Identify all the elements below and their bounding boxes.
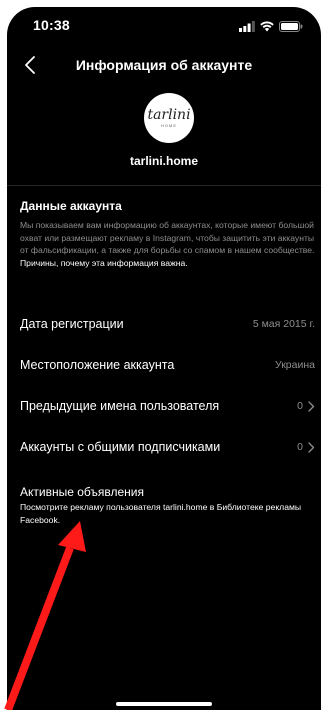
status-time: 10:38 <box>33 17 70 33</box>
profile-header: tarlini HOME tarlini.home <box>7 93 321 177</box>
row-account-location: Местоположение аккаунта Украина <box>20 354 315 376</box>
navigation-bar: Информация об аккаунте <box>7 43 321 87</box>
row-value: Украина <box>275 359 315 371</box>
chevron-right-icon <box>308 441 315 453</box>
row-label: Местоположение аккаунта <box>20 358 175 372</box>
row-label: Аккаунты с общими подписчиками <box>20 440 221 454</box>
avatar: tarlini HOME <box>144 93 194 143</box>
avatar-logo-text: tarlini <box>147 107 191 123</box>
row-shared-followers[interactable]: Аккаунты с общими подписчиками 0 <box>20 436 315 458</box>
wifi-icon <box>260 20 274 31</box>
active-ads-item[interactable]: Активные объявления Посмотрите рекламу п… <box>20 485 315 526</box>
description-text: Мы показываем вам информацию об аккаунта… <box>20 220 315 255</box>
row-label: Предыдущие имена пользователя <box>20 399 220 413</box>
account-data-description: Мы показываем вам информацию об аккаунта… <box>20 219 315 269</box>
home-indicator[interactable] <box>116 702 212 706</box>
active-ads-subtext: Посмотрите рекламу пользователя tarlini.… <box>20 502 302 525</box>
avatar-logo-subtext: HOME <box>161 123 177 128</box>
chevron-right-icon <box>308 400 315 412</box>
page-title: Информация об аккаунте <box>75 57 253 73</box>
row-value-text: 0 <box>297 441 303 453</box>
why-important-link[interactable]: Причины, почему эта информация важна. <box>20 258 188 268</box>
active-ads-label: Активные объявления <box>20 485 144 499</box>
account-data-title: Данные аккаунта <box>20 199 122 213</box>
battery-icon <box>279 20 303 32</box>
row-registration-date: Дата регистрации 5 мая 2015 г. <box>20 313 315 335</box>
row-value-text: Украина <box>275 359 315 371</box>
row-former-usernames[interactable]: Предыдущие имена пользователя 0 <box>20 395 315 417</box>
status-icons <box>239 20 303 32</box>
row-value-text: 0 <box>297 400 303 412</box>
signal-icon <box>239 20 255 32</box>
row-value: 0 <box>297 400 315 412</box>
status-bar: 10:38 <box>7 7 321 43</box>
profile-username: tarlini.home <box>129 154 198 168</box>
row-value: 0 <box>297 441 315 453</box>
row-value: 5 мая 2015 г. <box>253 318 315 330</box>
row-label: Дата регистрации <box>20 317 124 331</box>
phone-screen: 10:38 Информация об аккаунте tarlini HOM… <box>7 7 321 710</box>
row-value-text: 5 мая 2015 г. <box>252 318 315 330</box>
section-divider <box>7 185 321 186</box>
